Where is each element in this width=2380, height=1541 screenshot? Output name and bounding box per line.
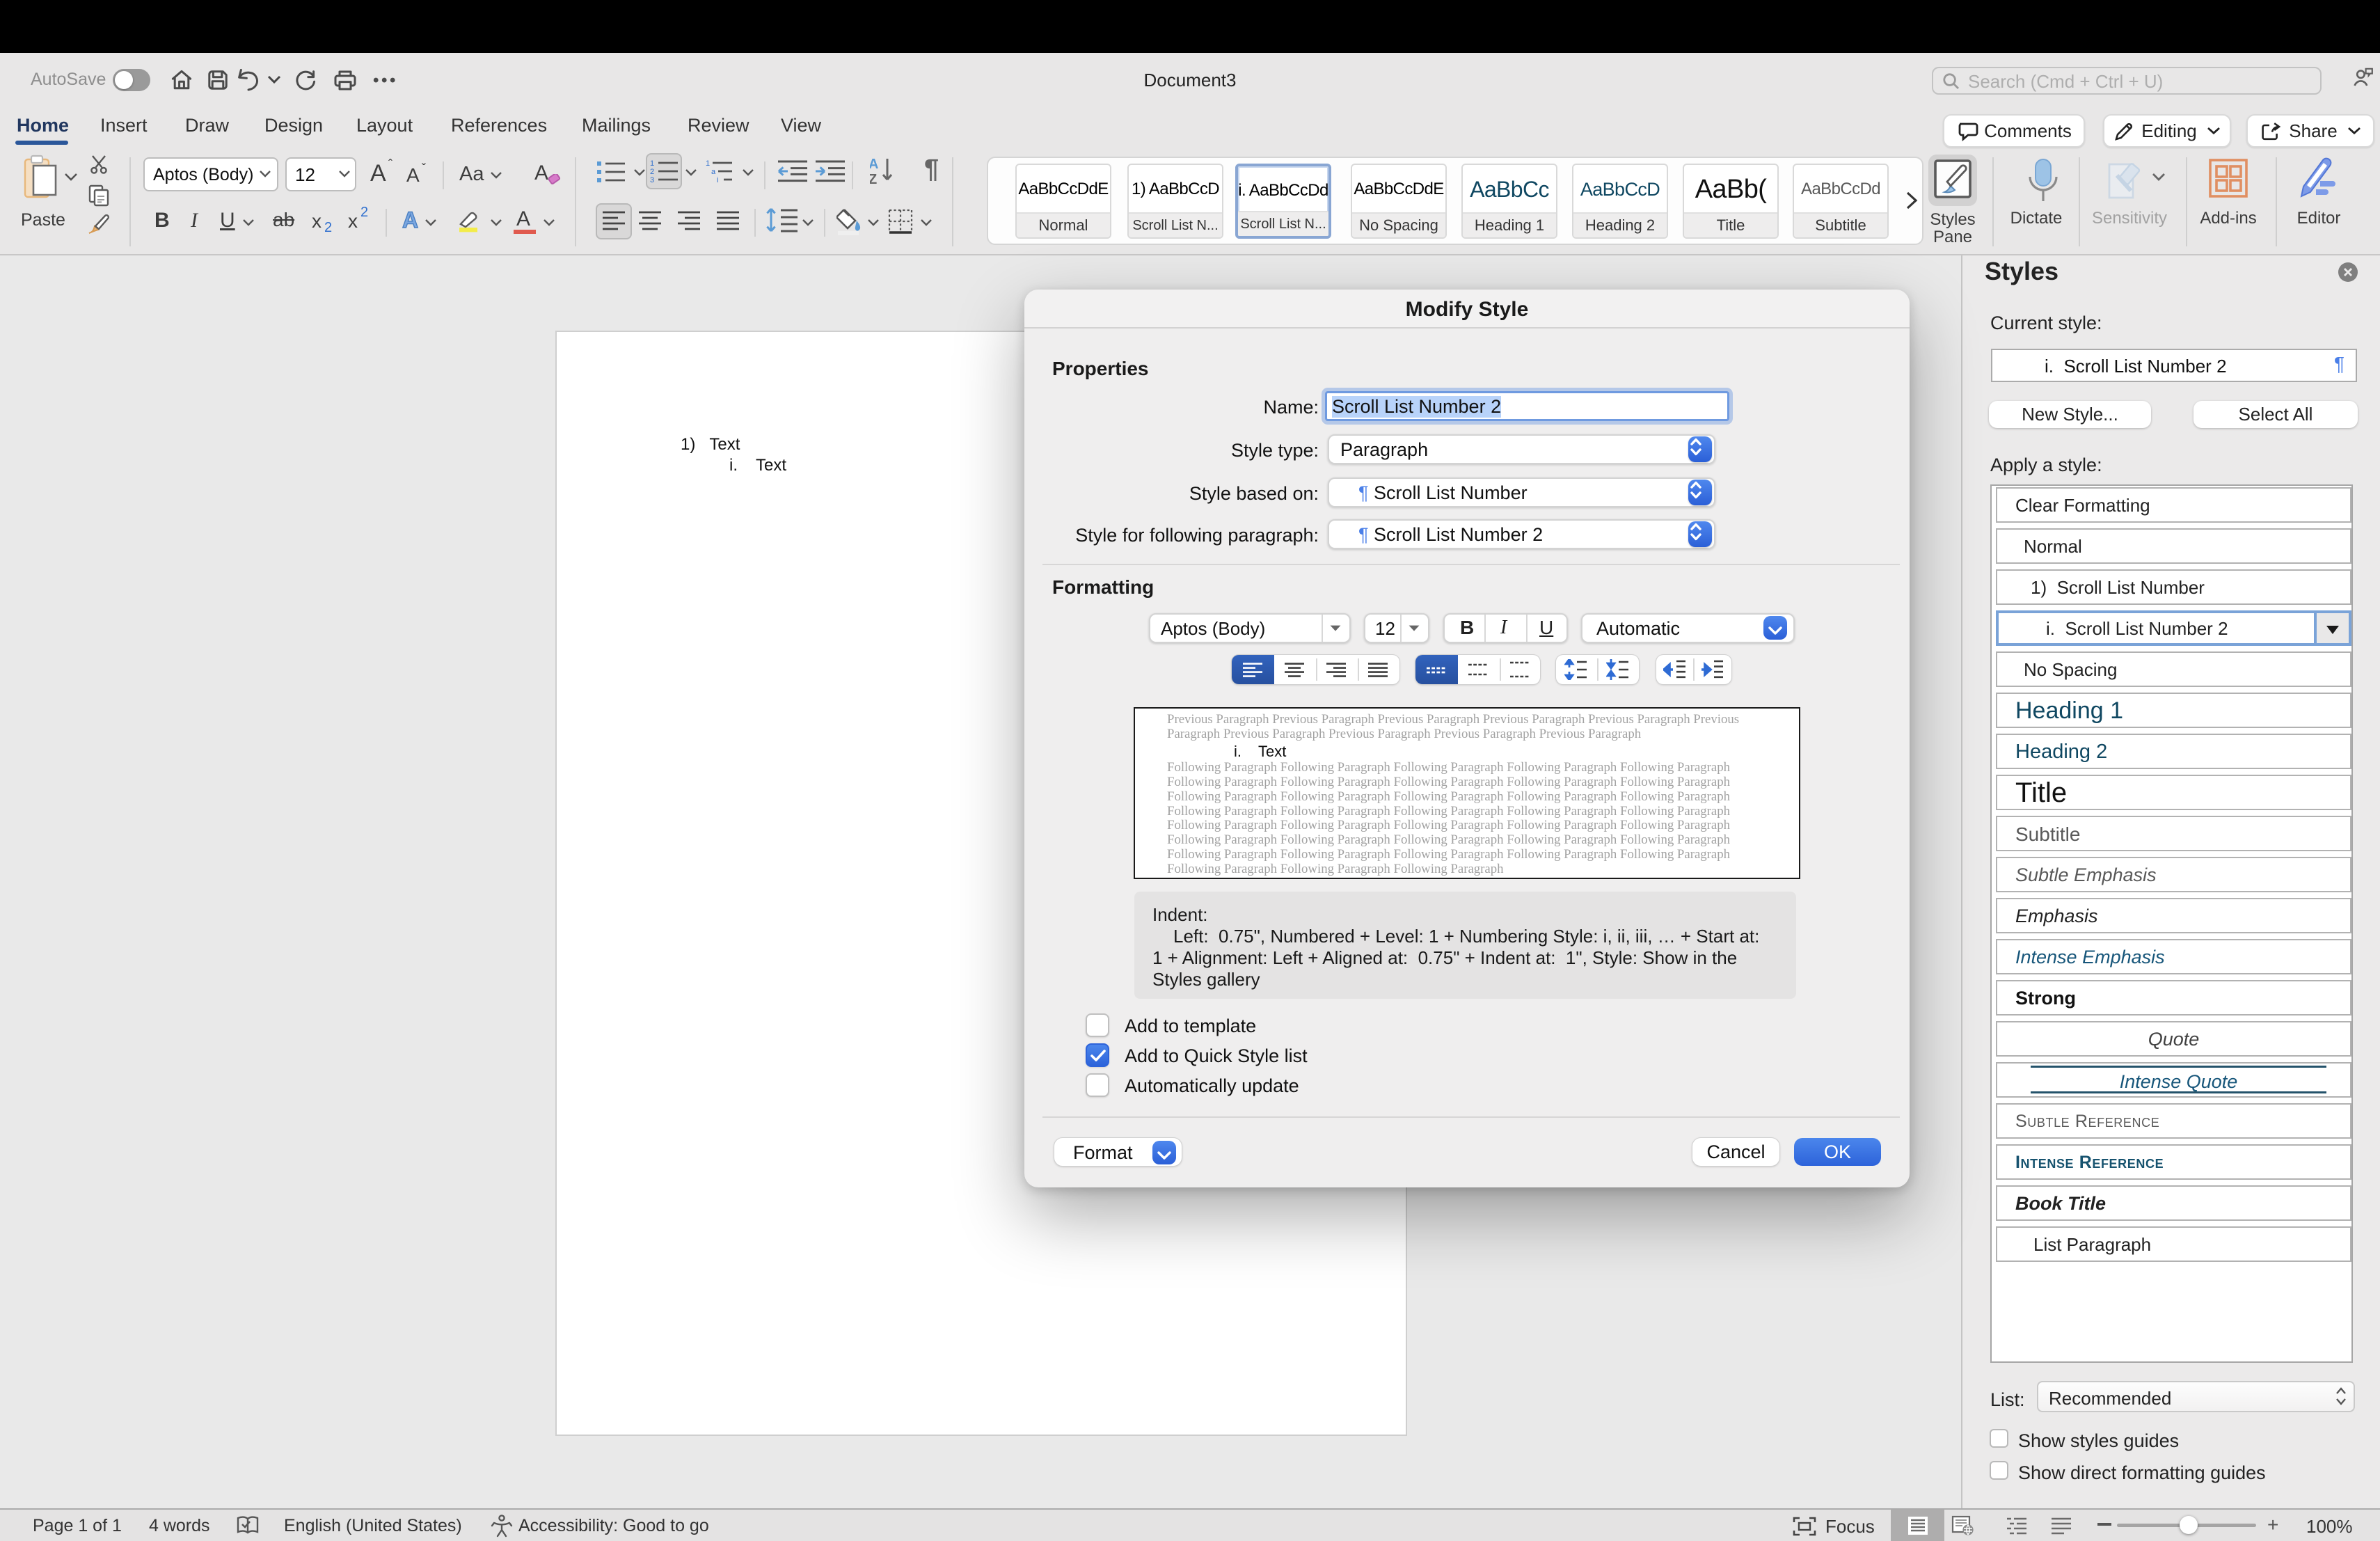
svg-text:Z: Z [870, 172, 877, 185]
svg-text:a: a [711, 168, 716, 176]
svg-text:1: 1 [706, 159, 710, 168]
svg-text:i: i [717, 176, 718, 184]
svg-text:A: A [870, 157, 878, 172]
svg-text:1: 1 [650, 159, 654, 168]
svg-text:2: 2 [650, 168, 654, 176]
svg-text:3: 3 [650, 176, 654, 184]
